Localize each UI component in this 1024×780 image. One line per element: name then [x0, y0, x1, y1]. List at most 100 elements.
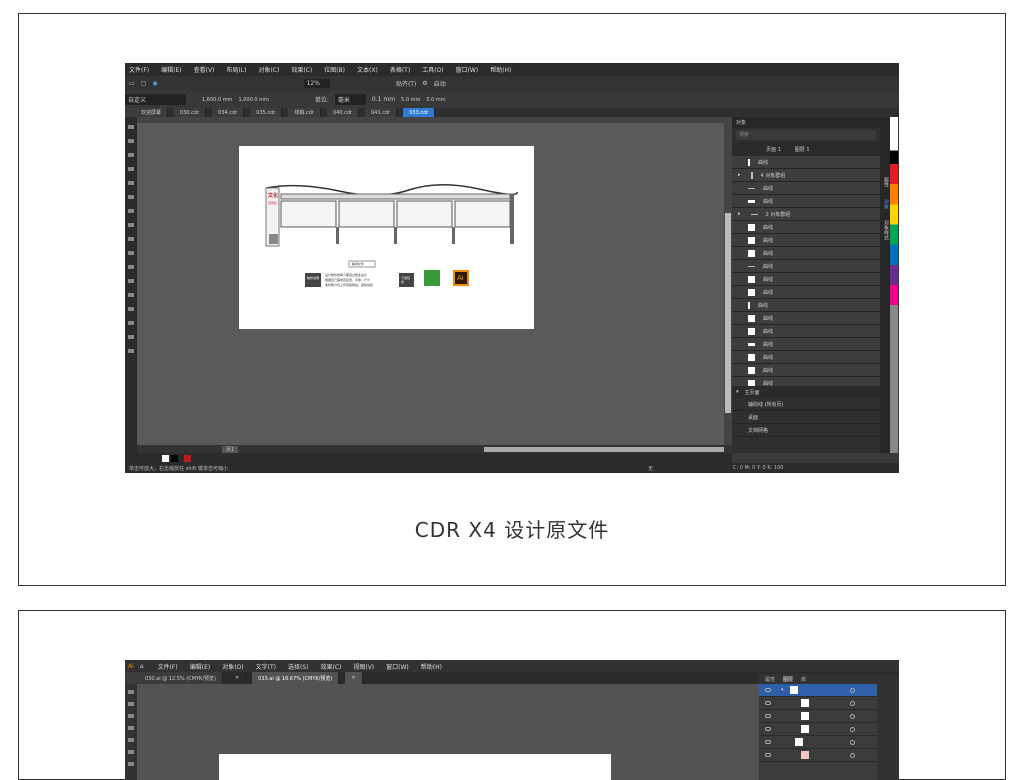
object-row[interactable]: 曲线 [732, 351, 880, 364]
tab-doc[interactable]: 041.cdr [365, 108, 398, 117]
object-row[interactable]: 曲线 [732, 221, 880, 234]
menu-item[interactable]: 查看(V) [194, 65, 215, 74]
tab-doc[interactable]: 030.cdr [174, 108, 207, 117]
menu-item[interactable]: 窗口(W) [386, 662, 409, 671]
menu-item[interactable]: 效果(C) [320, 662, 341, 671]
eye-icon[interactable] [765, 688, 771, 692]
page-preset-select[interactable]: 自定义 [125, 94, 187, 105]
tab-close-icon[interactable]: ✕ [228, 672, 247, 684]
menu-item[interactable]: 帮助(H) [490, 65, 511, 74]
layer-label[interactable]: 图层 1 [795, 146, 810, 153]
open-icon[interactable]: ▢ [141, 80, 147, 87]
page-label[interactable]: 页面 1 [766, 146, 781, 153]
dup-y-field[interactable]: 5.0 mm [426, 97, 445, 103]
object-row[interactable]: ▸ 4 对象群组 [732, 169, 880, 182]
menu-item[interactable]: 选择(S) [288, 662, 309, 671]
chevron-down-icon[interactable]: ▾ [781, 687, 784, 693]
master-row[interactable]: 辅助线 (所有页) [732, 398, 880, 411]
object-row[interactable]: 曲线 [732, 195, 880, 208]
gear-icon[interactable]: ⚙ [422, 80, 427, 87]
menu-item[interactable]: 位图(B) [324, 65, 345, 74]
panel-tab-active[interactable]: 图层 [783, 676, 793, 683]
object-row[interactable]: 曲线 [732, 156, 880, 169]
page-tab[interactable]: 页1 [222, 445, 239, 453]
menu-item[interactable]: 文件(F) [129, 65, 149, 74]
menu-item[interactable]: 文字(T) [256, 662, 276, 671]
swatch[interactable] [184, 454, 191, 462]
layer-row[interactable]: ▾ [759, 684, 877, 697]
launch-dropdown[interactable]: 启动 [434, 79, 446, 88]
tab-close-icon[interactable]: ✕ [345, 672, 363, 684]
swatch[interactable] [171, 454, 178, 462]
docker-tab[interactable]: 对象样式 [883, 220, 889, 240]
horizontal-scrollbar[interactable] [484, 446, 725, 452]
menu-item[interactable]: 对象(C) [258, 65, 279, 74]
tab-doc-active[interactable]: 033.cdr [403, 108, 436, 117]
object-row[interactable]: 曲线 [732, 325, 880, 338]
object-row[interactable]: 曲线 [732, 312, 880, 325]
menu-item[interactable]: 窗口(W) [456, 65, 479, 74]
object-search-input[interactable]: 搜索 [736, 130, 876, 140]
layer-row[interactable] [759, 710, 877, 723]
unit-select[interactable]: 毫米 [334, 94, 366, 105]
panel-tab[interactable]: 库 [801, 676, 806, 683]
publish-icon[interactable]: ◉ [152, 80, 157, 87]
master-row[interactable]: 桌面 [732, 411, 880, 424]
object-row[interactable]: 曲线 [732, 286, 880, 299]
drawing-canvas[interactable]: 文化 宣传栏 精调文件 制作说明 设计制作的每个都经过很多设计 根据自己需求直接… [137, 123, 732, 445]
tab-doc[interactable]: 034.cdr [212, 108, 245, 117]
menu-item[interactable]: 表格(T) [390, 65, 410, 74]
object-row[interactable]: 曲线 [732, 364, 880, 377]
object-row[interactable]: 曲线 [732, 299, 880, 312]
eye-icon[interactable] [765, 714, 771, 718]
eye-icon[interactable] [765, 701, 771, 705]
object-row[interactable]: 曲线 [732, 273, 880, 286]
color-palette[interactable] [890, 117, 898, 453]
docker-tab[interactable]: 对象 [883, 199, 889, 209]
menu-item[interactable]: 文本(X) [357, 65, 378, 74]
object-row[interactable]: 曲线 [732, 377, 880, 386]
chevron-down-icon[interactable]: ▾ [736, 389, 739, 395]
tab-welcome[interactable]: 欢迎屏幕 [125, 108, 169, 117]
tab-doc[interactable]: 040.cdr [326, 108, 360, 117]
object-row[interactable]: 曲线 [732, 260, 880, 273]
object-row[interactable]: ▸ 2 对象群组 [732, 208, 880, 221]
menu-item[interactable]: 视图(V) [353, 662, 374, 671]
menu-item[interactable]: 编辑(E) [190, 662, 210, 671]
home-icon[interactable]: ⌂ [140, 663, 144, 670]
menu-item[interactable]: 编辑(E) [161, 65, 181, 74]
new-icon[interactable]: ▭ [129, 80, 135, 87]
docker-tab[interactable]: 属性 [883, 177, 889, 187]
object-row[interactable]: 曲线 [732, 182, 880, 195]
layer-row[interactable] [759, 749, 877, 762]
tab-doc[interactable]: 线稿.cdr [288, 108, 321, 117]
tab-doc[interactable]: 035.cdr [250, 108, 283, 117]
vertical-scrollbar[interactable] [724, 123, 732, 445]
master-row[interactable]: 文档网格 [732, 424, 880, 437]
object-row[interactable]: 曲线 [732, 338, 880, 351]
dup-x-field[interactable]: 5.0 mm [401, 97, 420, 103]
menu-item[interactable]: 帮助(H) [421, 662, 442, 671]
tab-doc-active[interactable]: 033.ai @ 16.67% (CMYK/预览) [252, 672, 340, 684]
eye-icon[interactable] [765, 740, 771, 744]
menu-item[interactable]: 效果(C) [291, 65, 312, 74]
nudge-field[interactable]: 0.1 mm [372, 96, 395, 103]
menu-item[interactable]: 对象(O) [222, 662, 243, 671]
layer-row[interactable] [759, 736, 877, 749]
menu-item[interactable]: 布局(L) [226, 65, 246, 74]
snap-dropdown[interactable]: 贴齐(T) [396, 79, 416, 88]
page-height-field[interactable]: 1,000.0 mm [238, 97, 268, 103]
zoom-select[interactable]: 12% [303, 79, 330, 88]
master-page-label[interactable]: 主页面 [745, 389, 760, 396]
swatch[interactable] [162, 454, 169, 462]
layer-row[interactable] [759, 697, 877, 710]
eye-icon[interactable] [765, 753, 771, 757]
page-width-field[interactable]: 1,600.0 mm [202, 97, 232, 103]
layer-row[interactable] [759, 723, 877, 736]
panel-tab[interactable]: 属性 [765, 676, 775, 683]
eye-icon[interactable] [765, 727, 771, 731]
menu-item[interactable]: 文件(F) [158, 662, 178, 671]
object-row[interactable]: 曲线 [732, 234, 880, 247]
object-row[interactable]: 曲线 [732, 247, 880, 260]
tab-doc[interactable]: 030.ai @ 12.5% (CMYK/预览) [125, 672, 223, 684]
